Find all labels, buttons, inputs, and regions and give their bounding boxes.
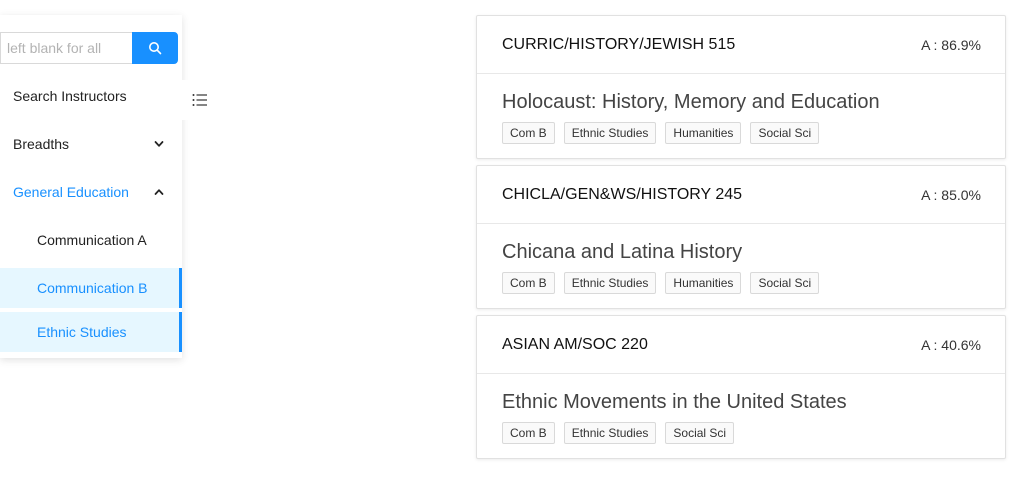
tag: Ethnic Studies	[563, 422, 657, 444]
grade-percentage: A : 40.6%	[921, 336, 981, 353]
page: Search Instructors Breadths General Educ…	[0, 0, 1020, 485]
course-title: Holocaust: History, Memory and Education	[502, 91, 880, 113]
course-card-body: Ethnic Movements in the United States Co…	[477, 374, 1005, 458]
menu-item-communication-b[interactable]: Communication B	[0, 268, 182, 308]
menu-item-label: Search Instructors	[13, 88, 127, 104]
tag: Social Sci	[750, 122, 820, 144]
search-button[interactable]	[132, 32, 178, 64]
grade-percentage: A : 86.9%	[921, 36, 981, 53]
menu-item-label: Ethnic Studies	[37, 324, 127, 340]
menu-item-breadths[interactable]: Breadths	[0, 120, 182, 168]
tag-list: Com B Ethnic Studies Humanities Social S…	[502, 272, 981, 294]
grade-percentage: A : 85.0%	[921, 186, 981, 203]
course-card-body: Chicana and Latina History Com B Ethnic …	[477, 224, 1005, 308]
menu-item-label: General Education	[13, 184, 129, 200]
course-code: CHICLA/GEN&WS/HISTORY 245	[502, 185, 743, 203]
course-title: Ethnic Movements in the United States	[502, 391, 847, 413]
tag: Social Sci	[750, 272, 820, 294]
tag-list: Com B Ethnic Studies Social Sci	[502, 422, 981, 444]
tag: Ethnic Studies	[563, 272, 657, 294]
menu-list-icon	[192, 94, 207, 106]
menu-item-label: Communication A	[37, 232, 147, 248]
tag: Com B	[502, 422, 555, 444]
side-menu: Search Instructors Breadths General Educ…	[0, 72, 182, 356]
chevron-down-icon	[154, 141, 164, 147]
course-code: ASIAN AM/SOC 220	[502, 335, 648, 353]
search-bar	[0, 32, 178, 64]
sider-toggle-button[interactable]	[182, 80, 218, 120]
course-code: CURRIC/HISTORY/JEWISH 515	[502, 35, 736, 53]
course-card-header: CURRIC/HISTORY/JEWISH 515 A : 86.9%	[477, 16, 1005, 74]
menu-item-label: Communication B	[37, 280, 148, 296]
tag: Humanities	[665, 272, 742, 294]
tag: Ethnic Studies	[563, 122, 657, 144]
tag: Com B	[502, 122, 555, 144]
course-card-header: CHICLA/GEN&WS/HISTORY 245 A : 85.0%	[477, 166, 1005, 224]
sidebar: Search Instructors Breadths General Educ…	[0, 15, 182, 358]
course-card[interactable]: ASIAN AM/SOC 220 A : 40.6% Ethnic Moveme…	[476, 315, 1006, 459]
course-list: CURRIC/HISTORY/JEWISH 515 A : 86.9% Holo…	[476, 15, 1006, 465]
tag: Com B	[502, 272, 555, 294]
search-input[interactable]	[0, 32, 132, 64]
tag-list: Com B Ethnic Studies Humanities Social S…	[502, 122, 981, 144]
menu-item-label: Breadths	[13, 136, 70, 152]
tag: Social Sci	[665, 422, 735, 444]
tag: Humanities	[665, 122, 742, 144]
course-card[interactable]: CURRIC/HISTORY/JEWISH 515 A : 86.9% Holo…	[476, 15, 1006, 159]
menu-item-general-education[interactable]: General Education	[0, 168, 182, 216]
course-card-header: ASIAN AM/SOC 220 A : 40.6%	[477, 316, 1005, 374]
chevron-up-icon	[154, 189, 164, 195]
course-title: Chicana and Latina History	[502, 241, 743, 263]
search-icon	[149, 42, 162, 55]
course-card[interactable]: CHICLA/GEN&WS/HISTORY 245 A : 85.0% Chic…	[476, 165, 1006, 309]
menu-item-communication-a[interactable]: Communication A	[0, 216, 182, 264]
menu-item-search-instructors[interactable]: Search Instructors	[0, 72, 182, 120]
course-card-body: Holocaust: History, Memory and Education…	[477, 74, 1005, 158]
menu-item-ethnic-studies[interactable]: Ethnic Studies	[0, 312, 182, 352]
